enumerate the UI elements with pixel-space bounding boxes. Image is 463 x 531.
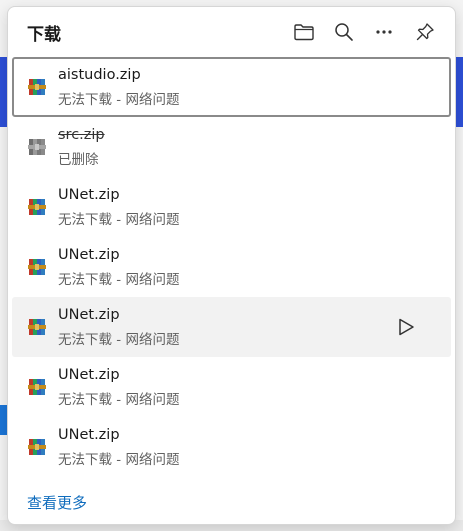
- folder-icon: [294, 24, 314, 41]
- pin-button[interactable]: [410, 17, 440, 47]
- download-status: 无法下载 - 网络问题: [58, 212, 180, 228]
- background-page-fragment: [455, 57, 463, 127]
- downloads-flyout: 下载 aistudio.zip 无法下载 - 网络问题 src.zip 已删除 …: [7, 6, 456, 525]
- file-name: UNet.zip: [58, 427, 120, 443]
- more-options-button[interactable]: [369, 17, 399, 47]
- zip-archive-icon: [28, 439, 46, 455]
- retry-play-icon[interactable]: [395, 316, 417, 338]
- file-name: UNet.zip: [58, 367, 120, 383]
- download-item[interactable]: UNet.zip 无法下载 - 网络问题: [12, 357, 451, 417]
- download-status: 无法下载 - 网络问题: [58, 392, 180, 408]
- file-name: UNet.zip: [58, 307, 120, 323]
- download-status: 无法下载 - 网络问题: [58, 452, 180, 468]
- download-status: 无法下载 - 网络问题: [58, 92, 180, 108]
- see-more-link[interactable]: 查看更多: [27, 492, 87, 513]
- downloads-header: 下载: [8, 7, 455, 57]
- download-item[interactable]: UNet.zip 无法下载 - 网络问题: [12, 297, 451, 357]
- download-item[interactable]: UNet.zip 无法下载 - 网络问题: [12, 237, 451, 297]
- zip-archive-icon: [28, 379, 46, 395]
- download-item[interactable]: UNet.zip 无法下载 - 网络问题: [12, 177, 451, 237]
- download-status: 无法下载 - 网络问题: [58, 272, 180, 288]
- file-name: UNet.zip: [58, 247, 120, 263]
- download-status: 已删除: [58, 152, 99, 168]
- file-name: UNet.zip: [58, 187, 120, 203]
- zip-archive-icon: [28, 319, 46, 335]
- search-icon: [335, 23, 353, 41]
- downloads-title: 下载: [27, 25, 61, 45]
- pin-icon: [416, 23, 434, 41]
- download-item[interactable]: src.zip 已删除: [12, 117, 451, 177]
- open-folder-button[interactable]: [289, 17, 319, 47]
- zip-archive-icon: [28, 79, 46, 95]
- zip-archive-icon: [28, 139, 46, 155]
- zip-archive-icon: [28, 199, 46, 215]
- more-icon: [376, 30, 392, 34]
- file-name: aistudio.zip: [58, 67, 141, 83]
- zip-archive-icon: [28, 259, 46, 275]
- search-downloads-button[interactable]: [329, 17, 359, 47]
- file-name: src.zip: [58, 127, 105, 143]
- download-item[interactable]: aistudio.zip 无法下载 - 网络问题: [12, 57, 451, 117]
- download-status: 无法下载 - 网络问题: [58, 332, 180, 348]
- download-item[interactable]: UNet.zip 无法下载 - 网络问题: [12, 417, 451, 477]
- downloads-list: aistudio.zip 无法下载 - 网络问题 src.zip 已删除 UNe…: [8, 57, 455, 477]
